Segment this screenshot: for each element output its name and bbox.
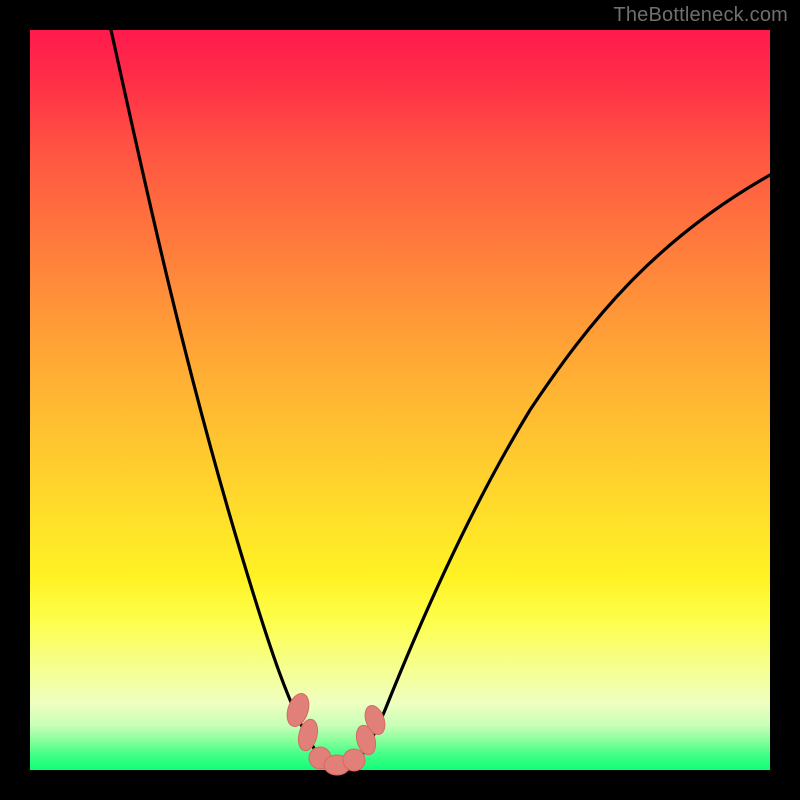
- watermark-text: TheBottleneck.com: [613, 4, 788, 27]
- chart-frame: TheBottleneck.com: [0, 0, 800, 800]
- trough-markers: [283, 691, 388, 775]
- trough-marker: [343, 749, 365, 771]
- chart-svg: [30, 30, 770, 770]
- bottleneck-curve: [111, 30, 770, 768]
